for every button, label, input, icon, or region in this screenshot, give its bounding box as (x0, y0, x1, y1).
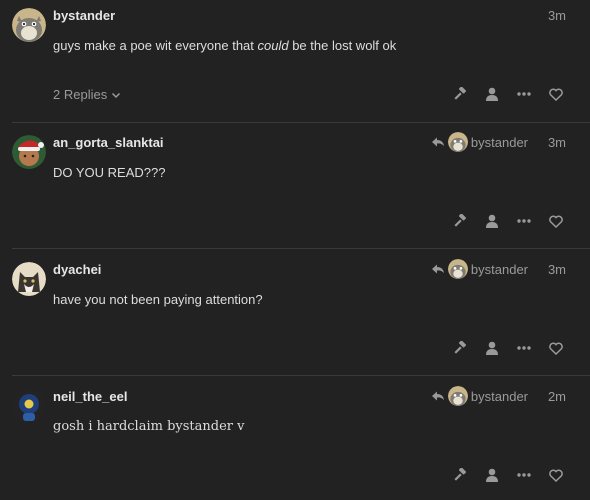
post-body: DO YOU READ??? (53, 165, 166, 180)
replies-label: 2 Replies (53, 87, 108, 102)
post-author[interactable]: bystander (53, 8, 115, 23)
character-avatar[interactable] (12, 389, 46, 423)
ellipsis-icon (517, 346, 531, 350)
post-actions (444, 82, 572, 106)
heart-icon (549, 88, 563, 101)
more-button[interactable] (508, 209, 540, 233)
gavel-button[interactable] (444, 463, 476, 487)
like-button[interactable] (540, 82, 572, 106)
ellipsis-icon (517, 473, 531, 477)
user-button[interactable] (476, 209, 508, 233)
reply-arrow-icon (431, 137, 444, 147)
reply-to-username: bystander (470, 261, 528, 277)
post-author[interactable]: dyachei (53, 262, 101, 277)
ellipsis-icon (517, 219, 531, 223)
user-icon (486, 468, 498, 482)
post-actions (444, 336, 572, 360)
user-button[interactable] (476, 336, 508, 360)
user-icon (486, 214, 498, 228)
gavel-icon (454, 87, 466, 100)
post-actions (444, 209, 572, 233)
user-button[interactable] (476, 82, 508, 106)
more-button[interactable] (508, 82, 540, 106)
gavel-icon (454, 214, 466, 227)
post-time[interactable]: 3m (548, 262, 566, 277)
reply-to-indicator[interactable]: bystander (431, 258, 528, 280)
post-1: bystander 3m guys make a poe wit everyon… (0, 0, 590, 122)
post-divider (12, 375, 590, 376)
more-button[interactable] (508, 463, 540, 487)
reply-to-indicator[interactable]: bystander (431, 385, 528, 407)
cat-avatar[interactable] (12, 262, 46, 296)
post-divider (12, 122, 590, 123)
post-divider (12, 248, 590, 249)
ellipsis-icon (517, 92, 531, 96)
gavel-icon (454, 341, 466, 354)
post-time[interactable]: 3m (548, 8, 566, 23)
post-body: guys make a poe wit everyone that could … (53, 38, 396, 53)
post-text-part: be the lost wolf ok (288, 38, 397, 53)
user-icon (486, 87, 498, 101)
gavel-button[interactable] (444, 209, 476, 233)
reply-to-avatar (447, 259, 468, 279)
like-button[interactable] (540, 336, 572, 360)
post-text-part: guys make a poe wit everyone that (53, 38, 258, 53)
post-actions (444, 463, 572, 487)
gavel-icon (454, 468, 466, 481)
heart-icon (549, 215, 563, 228)
post-text-emphasis: could (257, 38, 289, 53)
reply-to-username: bystander (470, 388, 528, 404)
more-button[interactable] (508, 336, 540, 360)
gavel-button[interactable] (444, 82, 476, 106)
post-body: gosh i hardclaim bystander v (53, 419, 245, 434)
post-2: an_gorta_slanktai bystander 3m DO YOU RE… (0, 127, 590, 247)
post-author[interactable]: neil_the_eel (53, 389, 127, 404)
like-button[interactable] (540, 463, 572, 487)
show-replies-button[interactable]: 2 Replies (53, 87, 121, 102)
heart-icon (549, 469, 563, 482)
post-author[interactable]: an_gorta_slanktai (53, 135, 164, 150)
post-time[interactable]: 2m (548, 389, 566, 404)
santa-hat-avatar[interactable] (12, 135, 46, 169)
reply-to-indicator[interactable]: bystander (431, 131, 528, 153)
chevron-down-icon (112, 92, 121, 98)
gavel-button[interactable] (444, 336, 476, 360)
reply-to-avatar (447, 132, 468, 152)
heart-icon (549, 342, 563, 355)
user-button[interactable] (476, 463, 508, 487)
post-time[interactable]: 3m (548, 135, 566, 150)
post-3: dyachei bystander 3m have you not been p… (0, 254, 590, 374)
reply-arrow-icon (431, 391, 444, 401)
totoro-avatar[interactable] (12, 8, 46, 42)
post-4: neil_the_eel bystander 2m gosh i hardcla… (0, 381, 590, 500)
reply-to-avatar (447, 386, 468, 406)
user-icon (486, 341, 498, 355)
reply-arrow-icon (431, 264, 444, 274)
post-body: have you not been paying attention? (53, 292, 263, 307)
like-button[interactable] (540, 209, 572, 233)
reply-to-username: bystander (470, 134, 528, 150)
